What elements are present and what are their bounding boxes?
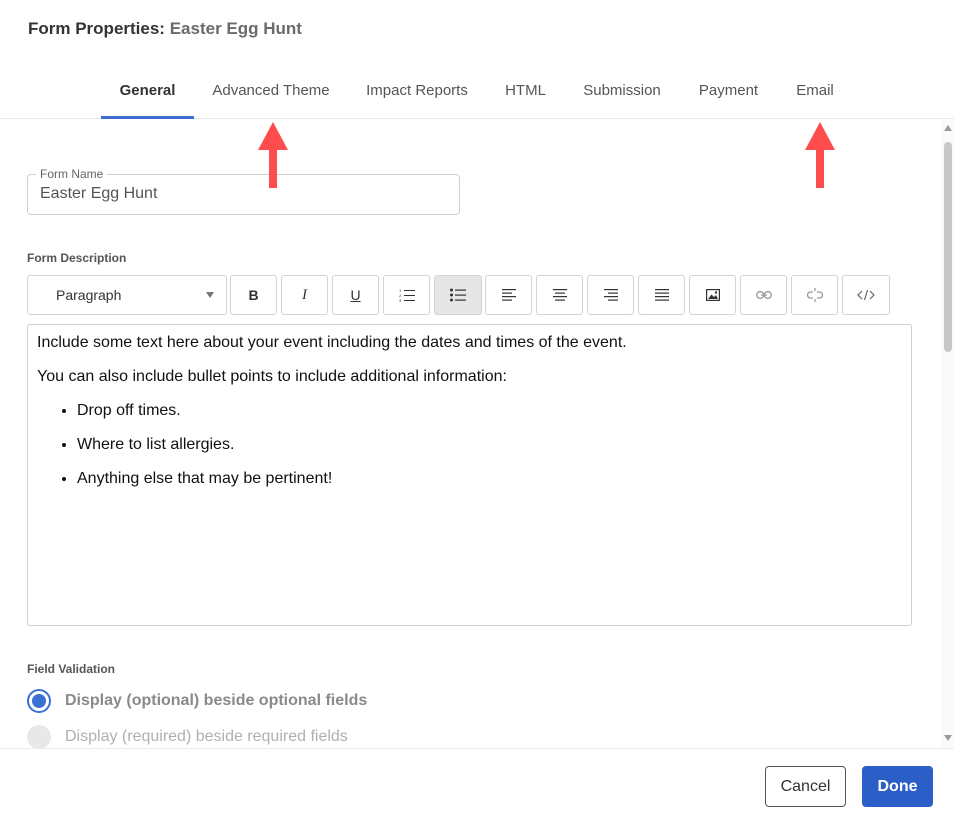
tab-impact-reports[interactable]: Impact Reports: [355, 62, 479, 119]
description-bullet-list: Drop off times. Where to list allergies.…: [37, 401, 902, 489]
unlink-icon: [806, 288, 823, 302]
align-left-icon: [501, 289, 516, 301]
list-item: Where to list allergies.: [77, 435, 902, 455]
insert-image-button[interactable]: [689, 275, 736, 315]
bold-button[interactable]: B: [230, 275, 277, 315]
dialog-footer: Cancel Done: [0, 748, 954, 823]
description-paragraph: Include some text here about your event …: [37, 334, 627, 351]
annotation-arrow-up-icon: [805, 122, 835, 188]
justify-icon: [654, 289, 669, 301]
form-name-label: Form Name: [36, 167, 108, 181]
block-format-select[interactable]: Paragraph: [27, 275, 227, 315]
validation-option-optional-label: Display (optional) beside optional field…: [65, 692, 368, 709]
underline-icon: U: [350, 287, 361, 303]
tab-general[interactable]: General: [101, 62, 194, 119]
underline-button[interactable]: U: [332, 275, 379, 315]
insert-link-button[interactable]: [740, 275, 787, 315]
cancel-button[interactable]: Cancel: [765, 766, 846, 807]
field-validation-label: Field Validation: [27, 662, 116, 676]
bulleted-list-button[interactable]: [434, 275, 482, 315]
block-format-value: Paragraph: [56, 287, 122, 303]
list-item: Anything else that may be pertinent!: [77, 469, 902, 489]
radio-unselected-icon[interactable]: [27, 725, 51, 748]
tab-submission[interactable]: Submission: [574, 62, 670, 119]
numbered-list-button[interactable]: 1 2 3: [383, 275, 430, 315]
description-editor[interactable]: Include some text here about your event …: [27, 324, 912, 626]
validation-option-required[interactable]: Display (required) beside required field…: [27, 725, 348, 748]
align-left-button[interactable]: [485, 275, 532, 315]
link-icon: [755, 291, 772, 299]
form-description-label: Form Description: [27, 251, 127, 265]
scrollbar-thumb[interactable]: [944, 142, 952, 352]
list-item: Drop off times.: [77, 401, 902, 421]
dialog-title: Form Properties: Easter Egg Hunt: [28, 19, 302, 39]
chevron-down-icon: [206, 292, 214, 298]
dialog-title-form-name: Easter Egg Hunt: [169, 19, 302, 38]
tab-bar: General Advanced Theme Impact Reports HT…: [0, 62, 954, 119]
tab-payment[interactable]: Payment: [690, 62, 767, 119]
italic-button[interactable]: I: [281, 275, 328, 315]
unlink-button[interactable]: [791, 275, 838, 315]
description-paragraph: You can also include bullet points to in…: [37, 368, 507, 385]
justify-button[interactable]: [638, 275, 685, 315]
content-scrollbar[interactable]: [941, 120, 954, 748]
dialog-title-prefix: Form Properties:: [28, 19, 165, 38]
scroll-up-arrow-icon[interactable]: [944, 125, 952, 131]
bulleted-list-icon: [450, 288, 466, 302]
align-right-icon: [603, 289, 618, 301]
image-icon: [705, 289, 720, 301]
annotation-arrow-up-icon: [258, 122, 288, 188]
scroll-down-arrow-icon[interactable]: [944, 735, 952, 741]
tab-email[interactable]: Email: [787, 62, 843, 119]
align-center-icon: [552, 289, 567, 301]
validation-option-optional[interactable]: Display (optional) beside optional field…: [27, 689, 367, 713]
validation-option-required-label: Display (required) beside required field…: [65, 728, 348, 745]
align-right-button[interactable]: [587, 275, 634, 315]
form-name-input[interactable]: [40, 185, 440, 203]
form-name-field[interactable]: Form Name: [27, 167, 460, 215]
svg-text:3: 3: [399, 298, 402, 302]
align-center-button[interactable]: [536, 275, 583, 315]
done-button[interactable]: Done: [862, 766, 933, 807]
general-tab-panel: Form Name Form Description Paragraph B I…: [0, 120, 940, 748]
radio-selected-icon[interactable]: [27, 689, 51, 713]
source-code-button[interactable]: [842, 275, 890, 315]
numbered-list-icon: 1 2 3: [399, 288, 415, 302]
code-icon: [857, 289, 875, 301]
bold-icon: B: [248, 287, 259, 303]
italic-icon: I: [302, 286, 307, 303]
tab-advanced-theme[interactable]: Advanced Theme: [205, 62, 337, 119]
tab-html[interactable]: HTML: [498, 62, 553, 119]
